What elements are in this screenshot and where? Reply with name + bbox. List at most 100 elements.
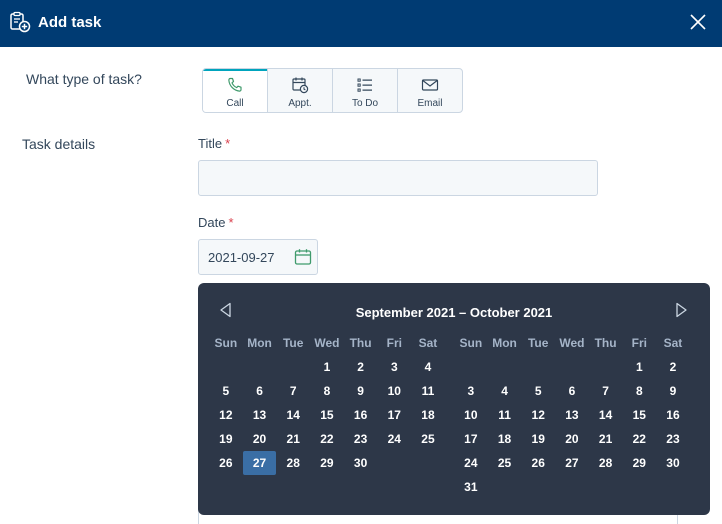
calendar-day[interactable]: 22 xyxy=(622,427,656,451)
calendar-day[interactable]: 17 xyxy=(454,427,488,451)
task-type-todo-button[interactable]: To Do xyxy=(333,69,398,112)
calendar-day[interactable]: 28 xyxy=(589,451,623,475)
calendar-day[interactable]: 13 xyxy=(555,403,589,427)
calendar-day[interactable]: 7 xyxy=(276,379,310,403)
email-icon xyxy=(421,79,439,91)
calendar-week-row: 3456789 xyxy=(454,379,691,403)
calendar-day[interactable]: 14 xyxy=(276,403,310,427)
calendar-day[interactable]: 1 xyxy=(622,355,656,379)
calendar-day[interactable]: 3 xyxy=(454,379,488,403)
calendar-week-row: 31 xyxy=(454,475,691,499)
calendar-day[interactable]: 26 xyxy=(521,451,555,475)
calendar-day[interactable]: 12 xyxy=(521,403,555,427)
task-type-label-call: Call xyxy=(226,98,244,109)
weekday-label: Sat xyxy=(663,336,683,350)
calendar-empty-cell xyxy=(488,355,522,379)
calendar-day[interactable]: 26 xyxy=(209,451,243,475)
calendar-day[interactable]: 31 xyxy=(454,475,488,499)
calendar-day[interactable]: 19 xyxy=(521,427,555,451)
task-type-email-button[interactable]: Email xyxy=(398,69,462,112)
calendar-day[interactable]: 15 xyxy=(310,403,344,427)
calendar-day[interactable]: 27 xyxy=(555,451,589,475)
calendar-day[interactable]: 6 xyxy=(243,379,277,403)
calendar-day[interactable]: 10 xyxy=(377,379,411,403)
calendar-day[interactable]: 30 xyxy=(656,451,690,475)
date-field-label: Date * xyxy=(198,215,234,230)
calendar-day[interactable]: 4 xyxy=(488,379,522,403)
calendar-day[interactable]: 28 xyxy=(276,451,310,475)
task-type-call-button[interactable]: Call xyxy=(203,69,268,112)
title-input[interactable] xyxy=(198,160,598,196)
calendar-empty-cell xyxy=(488,475,522,499)
weekday-header: Sun Mon Tue Wed Thu Fri Sat xyxy=(454,333,691,353)
calendar-day[interactable]: 24 xyxy=(377,427,411,451)
calendar-day[interactable]: 17 xyxy=(377,403,411,427)
calendar-day[interactable]: 23 xyxy=(656,427,690,451)
calendar-week-row: 19 20 21 22 23 24 25 xyxy=(209,427,446,451)
calendar-day[interactable]: 23 xyxy=(344,427,378,451)
phone-icon xyxy=(228,77,242,92)
calendar-day[interactable]: 21 xyxy=(276,427,310,451)
calendar-day[interactable]: 10 xyxy=(454,403,488,427)
calendar-day[interactable]: 30 xyxy=(344,451,378,475)
calendar-day[interactable]: 8 xyxy=(310,379,344,403)
calendar-day[interactable]: 29 xyxy=(622,451,656,475)
task-type-label-todo: To Do xyxy=(351,98,379,109)
calendar-empty-cell xyxy=(555,475,589,499)
calendar-empty-cell xyxy=(276,355,310,379)
calendar-empty-cell xyxy=(521,355,555,379)
weekday-label: Thu xyxy=(594,336,617,350)
calendar-day[interactable]: 21 xyxy=(589,427,623,451)
task-type-appt-button[interactable]: Appt. xyxy=(268,69,333,112)
calendar-day[interactable]: 11 xyxy=(411,379,445,403)
calendar-day[interactable]: 6 xyxy=(555,379,589,403)
calendar-day[interactable]: 2 xyxy=(344,355,378,379)
calendar-day-selected[interactable]: 27 xyxy=(242,451,277,475)
calendar-day[interactable]: 29 xyxy=(310,451,344,475)
calendar-day[interactable]: 13 xyxy=(243,403,277,427)
dialog-header: Add task xyxy=(0,0,722,47)
calendar-day[interactable]: 25 xyxy=(411,427,445,451)
calendar-weeks: 1 2 3 4 5 6 7 8 9 10 11 12 13 14 15 16 17 18 19 20 21 22 23 24 2… xyxy=(454,355,691,499)
calendar-day[interactable]: 18 xyxy=(411,403,445,427)
calendar-day[interactable]: 11 xyxy=(488,403,522,427)
required-marker: * xyxy=(225,136,231,151)
calendar-day[interactable]: 16 xyxy=(656,403,690,427)
list-icon xyxy=(357,78,372,92)
next-month-icon[interactable] xyxy=(672,301,690,319)
calendar-day[interactable]: 5 xyxy=(209,379,243,403)
weekday-label: Fri xyxy=(631,336,647,350)
close-icon[interactable] xyxy=(688,12,708,32)
calendar-day[interactable]: 2 xyxy=(656,355,690,379)
calendar-day[interactable]: 16 xyxy=(344,403,378,427)
calendar-day[interactable]: 22 xyxy=(310,427,344,451)
date-picker-popup: September 2021 – October 2021 Sun Mon Tue W… xyxy=(198,283,710,515)
calendar-day[interactable]: 3 xyxy=(377,355,411,379)
calendar-day[interactable]: 25 xyxy=(488,451,522,475)
calendar-day[interactable]: 19 xyxy=(209,427,243,451)
calendar-day[interactable]: 18 xyxy=(488,427,522,451)
calendar-day[interactable]: 15 xyxy=(622,403,656,427)
calendar-day[interactable]: 9 xyxy=(656,379,690,403)
calendar-day[interactable]: 4 xyxy=(411,355,445,379)
calendar-week-row: 26 27 28 29 30 xyxy=(209,451,446,475)
dialog-title: Add task xyxy=(38,14,102,31)
date-input[interactable]: 2021-09-27 xyxy=(198,239,318,275)
calendar-day[interactable]: 14 xyxy=(589,403,623,427)
calendar-day[interactable]: 1 xyxy=(310,355,344,379)
title-label-text: Title xyxy=(198,136,223,151)
calendar-day[interactable]: 20 xyxy=(243,427,277,451)
calendar-day[interactable]: 5 xyxy=(521,379,555,403)
calendar-day[interactable]: 20 xyxy=(555,427,589,451)
calendar-day[interactable]: 9 xyxy=(344,379,378,403)
date-input-value: 2021-09-27 xyxy=(208,250,275,265)
task-type-selector: Call Appt. To Do Email xyxy=(202,68,463,113)
calendar-day[interactable]: 7 xyxy=(589,379,623,403)
calendar-day[interactable]: 8 xyxy=(622,379,656,403)
date-label-text: Date xyxy=(198,215,226,230)
calendar-icon[interactable] xyxy=(294,248,312,266)
weekday-label: Sun xyxy=(459,336,483,350)
required-marker: * xyxy=(228,215,234,230)
calendar-day[interactable]: 12 xyxy=(209,403,243,427)
calendar-day[interactable]: 24 xyxy=(454,451,488,475)
